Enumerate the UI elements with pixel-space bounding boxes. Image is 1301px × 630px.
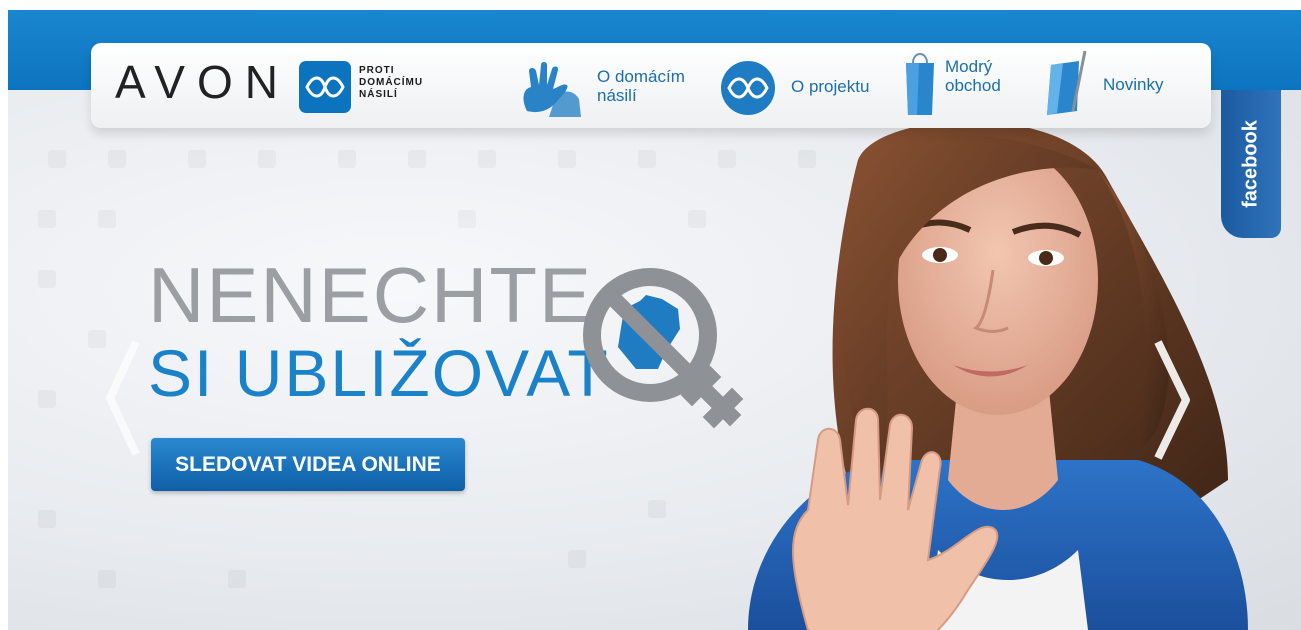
facebook-tab[interactable]: facebook bbox=[1221, 90, 1281, 238]
tagline-line: PROTI bbox=[359, 65, 395, 76]
raised-hand-icon bbox=[523, 62, 581, 117]
avon-logo[interactable]: AVON bbox=[115, 59, 290, 105]
hero-headline-line1: NENECHTE bbox=[148, 251, 594, 339]
infinity-ribbon-icon bbox=[721, 61, 775, 115]
hero-banner: AVON PROTI DOMÁCÍMU NÁSILÍ O domácím nás… bbox=[8, 10, 1301, 630]
no-fist-female-symbol-icon bbox=[583, 268, 744, 429]
shopping-bag-icon bbox=[906, 53, 934, 115]
carousel-prev-arrow-icon[interactable] bbox=[104, 338, 140, 458]
carousel-next-arrow-icon[interactable] bbox=[1152, 338, 1192, 462]
main-navigation: AVON PROTI DOMÁCÍMU NÁSILÍ O domácím nás… bbox=[91, 43, 1211, 128]
nav-item-about-violence[interactable]: O domácím násilí bbox=[519, 59, 699, 119]
brand-tagline: PROTI DOMÁCÍMU NÁSILÍ bbox=[359, 65, 423, 101]
hero-headline-line2: SI UBLIŽOVAT bbox=[148, 336, 610, 410]
nav-label: Novinky bbox=[1103, 75, 1164, 94]
nav-item-about-project[interactable]: O projektu bbox=[719, 59, 879, 119]
facebook-label: facebook bbox=[1239, 120, 1262, 208]
nav-label: O projektu bbox=[791, 77, 870, 96]
tagline-line: DOMÁCÍMU bbox=[359, 77, 424, 88]
nav-item-news[interactable]: Novinky bbox=[1045, 49, 1185, 115]
pen-notebook-icon bbox=[1047, 50, 1087, 115]
nav-label: Modrý obchod bbox=[945, 57, 1001, 95]
nav-label: O domácím násilí bbox=[597, 67, 685, 105]
infinity-ribbon-logo-icon bbox=[299, 61, 351, 113]
watch-videos-button[interactable]: SLEDOVAT VIDEA ONLINE bbox=[151, 438, 465, 491]
nav-item-blue-shop[interactable]: Modrý obchod bbox=[903, 49, 1023, 115]
tagline-line: NÁSILÍ bbox=[359, 89, 398, 100]
